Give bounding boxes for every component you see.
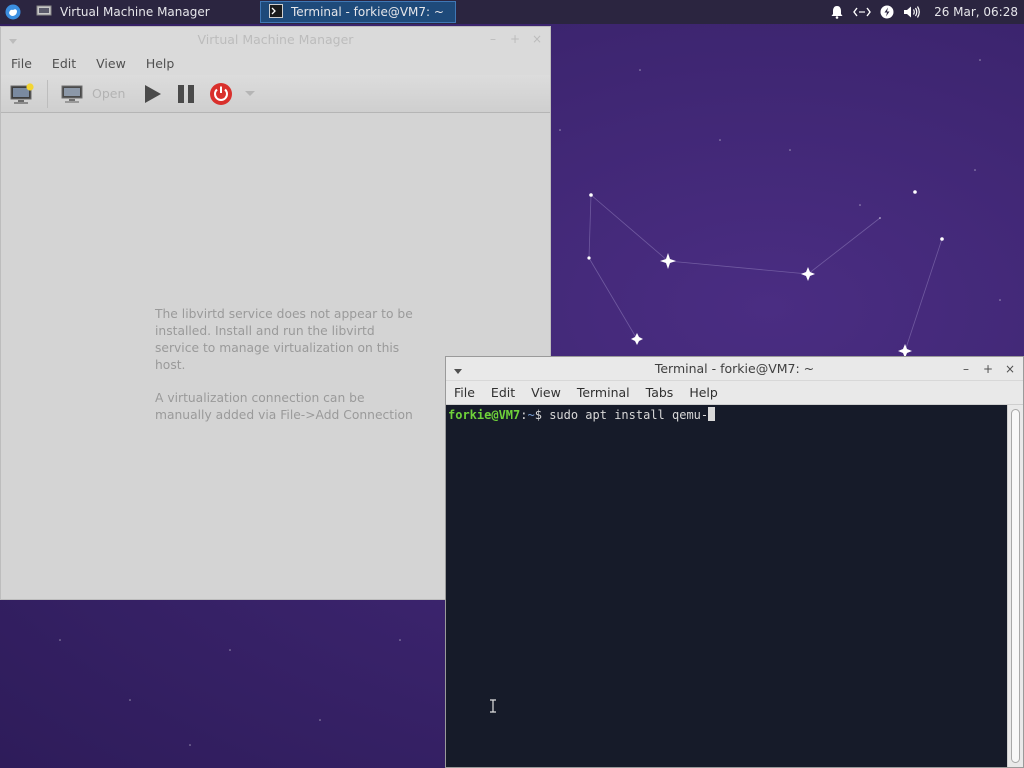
pause-button[interactable] bbox=[175, 78, 197, 110]
minimize-icon[interactable]: – bbox=[959, 362, 973, 376]
maximize-icon[interactable]: + bbox=[981, 362, 995, 376]
menu-file[interactable]: File bbox=[5, 56, 38, 71]
volume-icon[interactable] bbox=[899, 0, 924, 24]
shutdown-dropdown[interactable] bbox=[245, 78, 256, 110]
terminal-scrollbar[interactable] bbox=[1007, 405, 1023, 767]
toolbar-separator bbox=[47, 79, 48, 108]
open-label: Open bbox=[92, 86, 126, 101]
shutdown-button[interactable] bbox=[209, 78, 233, 110]
terminal-menubar: File Edit View Terminal Tabs Help bbox=[446, 381, 1023, 405]
menu-help[interactable]: Help bbox=[140, 56, 181, 71]
ibeam-cursor-icon bbox=[490, 699, 496, 713]
menu-tabs[interactable]: Tabs bbox=[640, 385, 680, 400]
menu-view[interactable]: View bbox=[90, 56, 132, 71]
close-icon[interactable]: × bbox=[1003, 362, 1017, 376]
virt-manager-icon bbox=[36, 5, 52, 20]
run-button[interactable] bbox=[141, 78, 163, 110]
new-vm-button[interactable] bbox=[9, 78, 35, 110]
vmm-toolbar: Open bbox=[1, 75, 550, 113]
terminal-titlebar[interactable]: Terminal - forkie@VM7: ~ – + × bbox=[446, 357, 1023, 381]
window-menu-icon[interactable] bbox=[9, 33, 17, 48]
power-icon[interactable] bbox=[874, 0, 899, 24]
add-connection-hint: A virtualization connection can be manua… bbox=[155, 391, 413, 422]
minimize-icon[interactable]: – bbox=[486, 32, 500, 46]
taskbar-item-label: Virtual Machine Manager bbox=[60, 5, 210, 19]
bell-icon[interactable] bbox=[824, 0, 849, 24]
taskbar-item-terminal[interactable]: Terminal - forkie@VM7: ~ bbox=[260, 1, 456, 23]
libvirt-not-installed-text: The libvirtd service does not appear to … bbox=[155, 307, 413, 372]
clock[interactable]: 26 Mar, 06:28 bbox=[924, 5, 1024, 19]
menu-help[interactable]: Help bbox=[683, 385, 724, 400]
menu-terminal[interactable]: Terminal bbox=[571, 385, 636, 400]
text-cursor bbox=[708, 407, 716, 421]
window-title: Virtual Machine Manager bbox=[197, 31, 354, 47]
top-panel: Virtual Machine Manager Terminal - forki… bbox=[0, 0, 1024, 24]
taskbar-item-virt-manager[interactable]: Virtual Machine Manager bbox=[26, 0, 230, 24]
prompt-line: forkie@VM7:~$ sudo apt install qemu- bbox=[448, 407, 1005, 422]
taskbar-item-label: Terminal - forkie@VM7: ~ bbox=[291, 5, 444, 19]
window-title: Terminal - forkie@VM7: ~ bbox=[654, 361, 815, 376]
libvirt-message: The libvirtd service does not appear to … bbox=[155, 306, 415, 424]
command-text: sudo apt install qemu- bbox=[549, 408, 709, 422]
chevron-down-icon bbox=[245, 90, 256, 96]
prompt-user: forkie@VM7 bbox=[448, 408, 521, 422]
whisker-menu-icon[interactable] bbox=[0, 0, 26, 24]
power-button-icon bbox=[210, 82, 233, 105]
terminal-output[interactable]: forkie@VM7:~$ sudo apt install qemu- bbox=[446, 405, 1007, 767]
close-icon[interactable]: × bbox=[530, 32, 544, 46]
menu-file[interactable]: File bbox=[448, 385, 481, 400]
window-menu-icon[interactable] bbox=[454, 363, 462, 378]
prompt-symbol: $ bbox=[534, 408, 542, 422]
pause-icon bbox=[178, 84, 195, 103]
play-icon bbox=[145, 84, 162, 103]
menu-view[interactable]: View bbox=[525, 385, 567, 400]
monitor-icon bbox=[61, 85, 83, 103]
network-icon[interactable] bbox=[849, 0, 874, 24]
terminal-icon bbox=[269, 3, 283, 21]
prompt-path: ~ bbox=[527, 408, 535, 422]
menu-edit[interactable]: Edit bbox=[485, 385, 521, 400]
scrollbar-thumb[interactable] bbox=[1011, 409, 1020, 763]
vmm-menubar: File Edit View Help bbox=[1, 51, 550, 75]
vmm-titlebar[interactable]: Virtual Machine Manager – + × bbox=[1, 27, 550, 51]
menu-edit[interactable]: Edit bbox=[46, 56, 82, 71]
new-vm-icon bbox=[10, 82, 34, 104]
maximize-icon[interactable]: + bbox=[508, 32, 522, 46]
open-button[interactable]: Open bbox=[60, 78, 125, 110]
terminal-window: Terminal - forkie@VM7: ~ – + × File Edit… bbox=[445, 356, 1024, 768]
